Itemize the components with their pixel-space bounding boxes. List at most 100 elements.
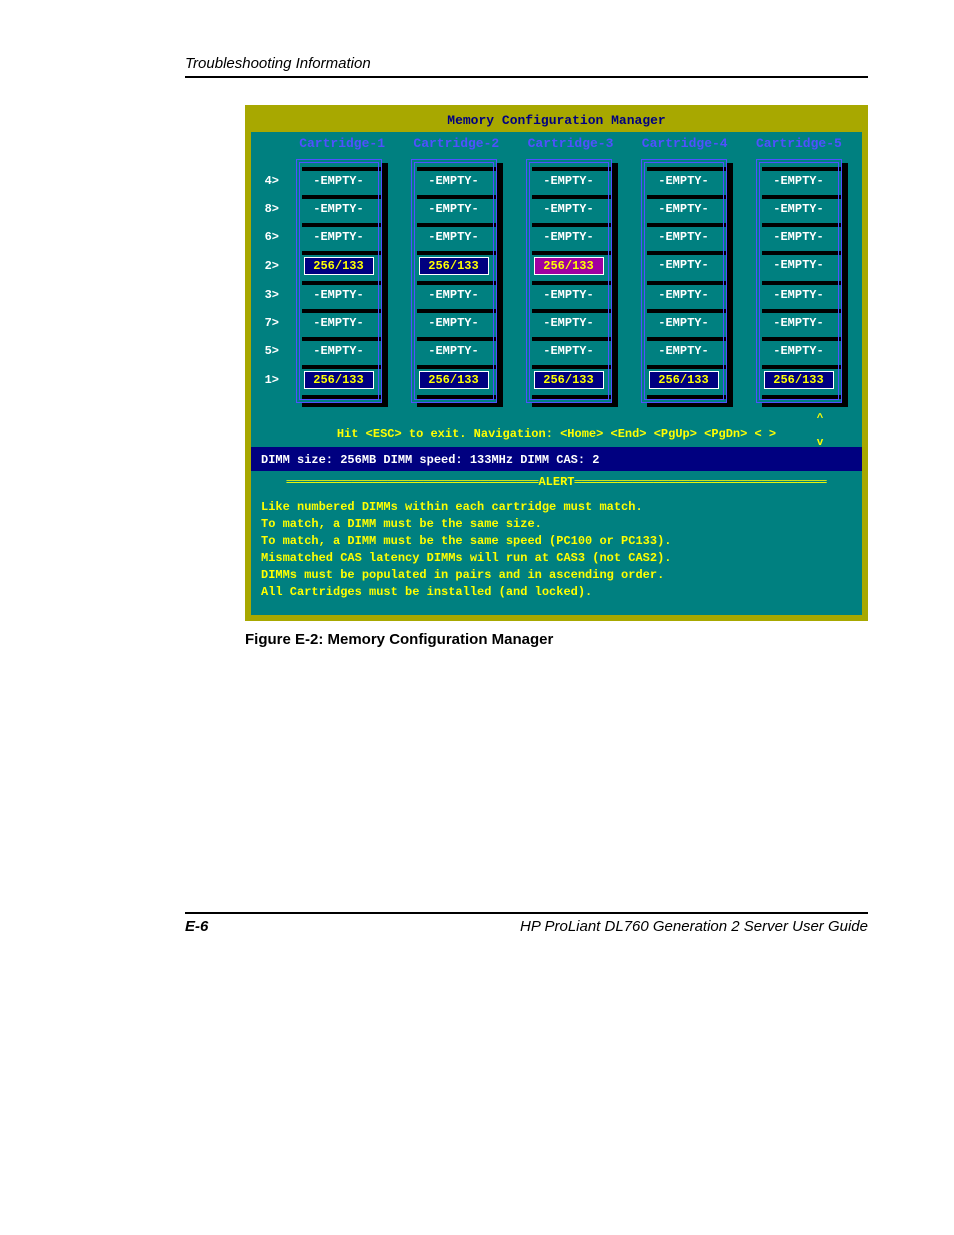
dimm-slot-empty[interactable]: -EMPTY- bbox=[534, 173, 604, 189]
alert-line: DIMMs must be populated in pairs and in … bbox=[261, 567, 852, 584]
dimm-slot-empty[interactable]: -EMPTY- bbox=[419, 201, 489, 217]
dimm-slot-empty[interactable]: -EMPTY- bbox=[764, 201, 834, 217]
dimm-grid: 4> -EMPTY- -EMPTY- -EMPTY- -EMPTY- -EMPTY- 8> -… bbox=[251, 159, 862, 403]
dimm-slot-empty[interactable]: -EMPTY- bbox=[304, 173, 374, 189]
row-label: 4> bbox=[257, 167, 281, 195]
dimm-slot-empty[interactable]: -EMPTY- bbox=[764, 229, 834, 245]
dimm-slot-empty[interactable]: -EMPTY- bbox=[649, 229, 719, 245]
cartridge-frame: 256/133 bbox=[411, 251, 497, 281]
cartridge-frame: -EMPTY- bbox=[756, 223, 842, 251]
cartridge-frame bbox=[411, 395, 497, 403]
cartridge-headers: Cartridge-1 Cartridge-2 Cartridge-3 Cart… bbox=[251, 132, 862, 159]
header-title: Troubleshooting Information bbox=[185, 55, 868, 76]
row-label: 8> bbox=[257, 195, 281, 223]
cartridge-frame bbox=[641, 395, 727, 403]
dimm-slot-empty[interactable]: -EMPTY- bbox=[304, 201, 374, 217]
bios-title: Memory Configuration Manager bbox=[251, 111, 862, 132]
dimm-slot-empty[interactable]: -EMPTY- bbox=[534, 315, 604, 331]
cartridge-header: Cartridge-4 bbox=[628, 136, 742, 151]
page-number: E-6 bbox=[185, 918, 208, 935]
cartridge-frame: -EMPTY- bbox=[411, 337, 497, 365]
cartridge-frame: 256/133 bbox=[411, 365, 497, 395]
dimm-slot-empty[interactable]: -EMPTY- bbox=[419, 287, 489, 303]
cartridge-frame: -EMPTY- bbox=[296, 281, 382, 309]
dimm-slot-empty[interactable]: -EMPTY- bbox=[534, 287, 604, 303]
dimm-slot-empty[interactable]: -EMPTY- bbox=[649, 173, 719, 189]
dimm-slot-empty[interactable]: -EMPTY- bbox=[419, 173, 489, 189]
row-label: 5> bbox=[257, 337, 281, 365]
cartridge-frame: -EMPTY- bbox=[641, 337, 727, 365]
cartridge-frame: -EMPTY- bbox=[526, 223, 612, 251]
dimm-slot-empty[interactable]: -EMPTY- bbox=[764, 287, 834, 303]
cartridge-frame: -EMPTY- bbox=[296, 223, 382, 251]
cartridge-frame: -EMPTY- bbox=[526, 167, 612, 195]
cartridge-header: Cartridge-1 bbox=[285, 136, 399, 151]
cartridge-frame bbox=[641, 159, 727, 167]
alert-line: Like numbered DIMMs within each cartridg… bbox=[261, 499, 852, 516]
dimm-slot-empty[interactable]: -EMPTY- bbox=[649, 315, 719, 331]
dimm-slot-empty[interactable]: -EMPTY- bbox=[534, 343, 604, 359]
cartridge-frame bbox=[296, 395, 382, 403]
cartridge-frame: -EMPTY- bbox=[756, 167, 842, 195]
scroll-arrows-icon: ^v bbox=[800, 413, 840, 449]
bios-screen: Memory Configuration Manager Cartridge-1… bbox=[245, 105, 868, 621]
dimm-slot-empty[interactable]: -EMPTY- bbox=[764, 343, 834, 359]
dimm-slot-filled[interactable]: 256/133 bbox=[419, 257, 489, 275]
page-header: Troubleshooting Information bbox=[185, 55, 868, 78]
alert-line: All Cartridges must be installed (and lo… bbox=[261, 584, 852, 601]
cartridge-frame: -EMPTY- bbox=[526, 337, 612, 365]
dimm-slot-empty[interactable]: -EMPTY- bbox=[649, 201, 719, 217]
header-rule bbox=[185, 76, 868, 78]
dimm-slot-empty[interactable]: -EMPTY- bbox=[764, 257, 834, 275]
dimm-slot-empty[interactable]: -EMPTY- bbox=[419, 343, 489, 359]
dimm-slot-filled[interactable]: 256/133 bbox=[304, 257, 374, 275]
row-label: 1> bbox=[257, 365, 281, 395]
row-label: 7> bbox=[257, 309, 281, 337]
dimm-slot-filled[interactable]: 256/133 bbox=[764, 371, 834, 389]
cartridge-frame: -EMPTY- bbox=[411, 309, 497, 337]
cartridge-frame: -EMPTY- bbox=[296, 167, 382, 195]
nav-help-text: Hit <ESC> to exit. Navigation: <Home> <E… bbox=[337, 427, 776, 441]
cartridge-frame: 256/133 bbox=[756, 365, 842, 395]
cartridge-frame: -EMPTY- bbox=[641, 251, 727, 281]
dimm-slot-empty[interactable]: -EMPTY- bbox=[649, 343, 719, 359]
cartridge-frame: 256/133 bbox=[526, 365, 612, 395]
cartridge-frame: -EMPTY- bbox=[296, 195, 382, 223]
dimm-info: DIMM size: 256MB DIMM speed: 133MHz DIMM… bbox=[251, 447, 862, 471]
dimm-slot-filled[interactable]: 256/133 bbox=[304, 371, 374, 389]
dimm-slot-empty[interactable]: -EMPTY- bbox=[534, 229, 604, 245]
cartridge-frame bbox=[296, 159, 382, 167]
cartridge-frame: -EMPTY- bbox=[756, 251, 842, 281]
dimm-slot-empty[interactable]: -EMPTY- bbox=[534, 201, 604, 217]
dimm-slot-filled[interactable]: 256/133 bbox=[649, 371, 719, 389]
dimm-slot-empty[interactable]: -EMPTY- bbox=[304, 315, 374, 331]
alert-header: ═══════════════════════════════════ALERT… bbox=[251, 471, 862, 499]
alert-line: To match, a DIMM must be the same size. bbox=[261, 516, 852, 533]
cartridge-frame: -EMPTY- bbox=[641, 223, 727, 251]
cartridge-frame: -EMPTY- bbox=[296, 337, 382, 365]
dimm-slot-filled[interactable]: 256/133 bbox=[534, 371, 604, 389]
dimm-slot-empty[interactable]: -EMPTY- bbox=[649, 287, 719, 303]
dimm-slot-empty[interactable]: -EMPTY- bbox=[419, 229, 489, 245]
row-label: 6> bbox=[257, 223, 281, 251]
cartridge-frame bbox=[411, 159, 497, 167]
dimm-slot-filled[interactable]: 256/133 bbox=[534, 257, 604, 275]
cartridge-frame: 256/133 bbox=[296, 365, 382, 395]
dimm-slot-empty[interactable]: -EMPTY- bbox=[649, 257, 719, 275]
cartridge-frame: -EMPTY- bbox=[641, 309, 727, 337]
cartridge-frame: -EMPTY- bbox=[641, 167, 727, 195]
cartridge-frame: -EMPTY- bbox=[756, 281, 842, 309]
dimm-slot-empty[interactable]: -EMPTY- bbox=[764, 173, 834, 189]
alert-body: Like numbered DIMMs within each cartridg… bbox=[251, 499, 862, 615]
dimm-slot-filled[interactable]: 256/133 bbox=[419, 371, 489, 389]
dimm-slot-empty[interactable]: -EMPTY- bbox=[304, 343, 374, 359]
dimm-slot-empty[interactable]: -EMPTY- bbox=[419, 315, 489, 331]
cartridge-frame: -EMPTY- bbox=[756, 337, 842, 365]
dimm-slot-empty[interactable]: -EMPTY- bbox=[764, 315, 834, 331]
alert-line: To match, a DIMM must be the same speed … bbox=[261, 533, 852, 550]
cartridge-header: Cartridge-3 bbox=[513, 136, 627, 151]
dimm-slot-empty[interactable]: -EMPTY- bbox=[304, 287, 374, 303]
cartridge-frame: -EMPTY- bbox=[641, 195, 727, 223]
cartridge-header: Cartridge-5 bbox=[742, 136, 856, 151]
dimm-slot-empty[interactable]: -EMPTY- bbox=[304, 229, 374, 245]
